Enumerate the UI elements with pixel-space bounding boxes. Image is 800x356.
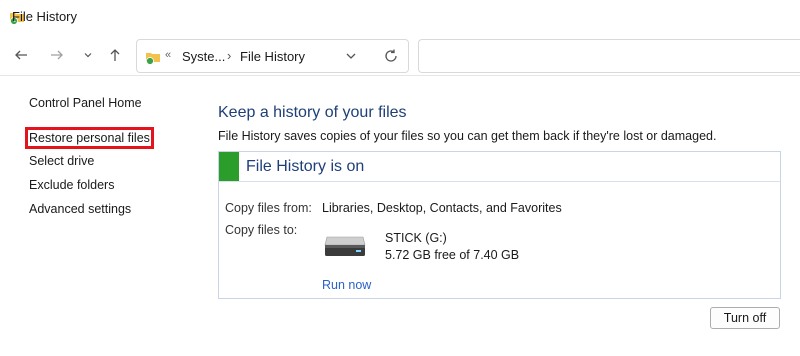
copy-to-label: Copy files to: — [225, 223, 298, 237]
sidebar-item-select-drive[interactable]: Select drive — [29, 154, 94, 168]
page-description: File History saves copies of your files … — [218, 129, 717, 143]
arrow-up-icon — [110, 49, 120, 61]
copy-from-label: Copy files from: — [225, 201, 312, 215]
chevron-down-icon — [84, 53, 92, 58]
breadcrumb-separator[interactable]: › — [227, 48, 231, 63]
sidebar: Control Panel Home Restore personal file… — [0, 76, 200, 356]
sidebar-item-exclude-folders[interactable]: Exclude folders — [29, 178, 114, 192]
address-bar[interactable]: « Syste... › File History — [136, 39, 409, 73]
breadcrumb-file-history[interactable]: File History — [240, 49, 305, 64]
up-button[interactable] — [104, 44, 126, 66]
search-input[interactable] — [418, 39, 800, 73]
breadcrumb-system[interactable]: Syste... — [182, 49, 225, 64]
address-overflow[interactable]: « — [165, 49, 171, 61]
run-now-link[interactable]: Run now — [322, 278, 371, 292]
file-history-status-panel: File History is on Copy files from: Libr… — [218, 151, 781, 299]
drive-name: STICK (G:) — [385, 231, 447, 245]
drive-free-space: 5.72 GB free of 7.40 GB — [385, 248, 520, 262]
recent-locations-button[interactable] — [77, 44, 99, 66]
status-indicator — [219, 152, 239, 181]
status-title: File History is on — [246, 158, 365, 175]
chevron-down-icon[interactable] — [343, 48, 359, 64]
drive-icon — [324, 236, 366, 256]
copy-from-value: Libraries, Desktop, Contacts, and Favori… — [322, 201, 562, 215]
arrow-right-icon — [51, 50, 63, 60]
navigation-bar: « Syste... › File History — [0, 34, 800, 76]
title-bar: File History — [0, 0, 800, 34]
sidebar-item-restore-personal-files[interactable]: Restore personal files — [25, 127, 154, 149]
refresh-icon[interactable] — [383, 48, 399, 64]
turn-off-button[interactable]: Turn off — [710, 307, 780, 329]
sidebar-item-advanced-settings[interactable]: Advanced settings — [29, 202, 131, 216]
page-title: Keep a history of your files — [218, 104, 407, 121]
back-button[interactable] — [10, 44, 32, 66]
window-title: File History — [12, 9, 78, 24]
forward-button[interactable] — [46, 44, 68, 66]
file-history-folder-icon — [146, 53, 160, 65]
sidebar-item-control-panel-home[interactable]: Control Panel Home — [29, 96, 142, 110]
panel-divider — [219, 181, 780, 182]
arrow-left-icon — [15, 50, 27, 60]
